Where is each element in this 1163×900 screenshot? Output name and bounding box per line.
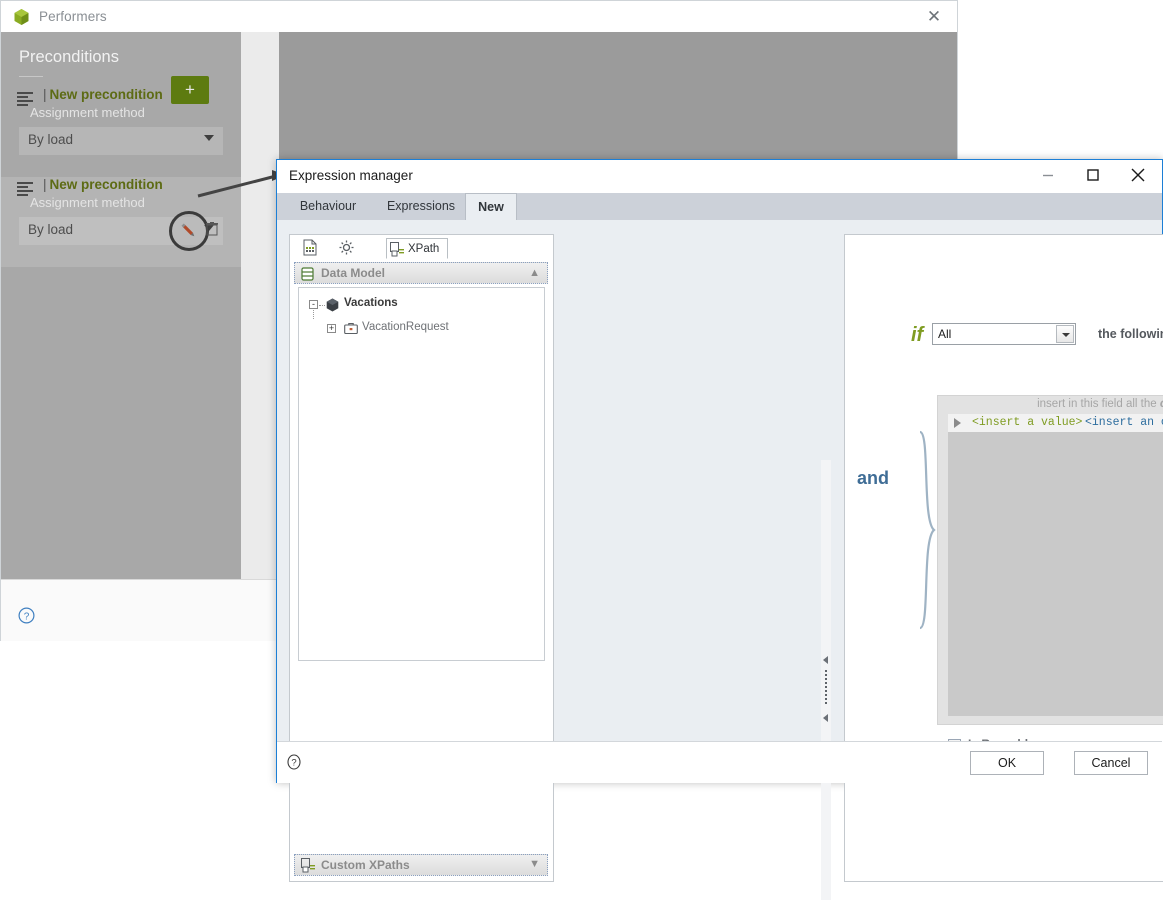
precondition-name-label-1: New precondition [49,87,163,102]
tab-behaviour[interactable]: Behaviour [289,193,367,220]
precondition-name-2: | New precondition [43,177,163,192]
left-panel-toolbar: XPath [290,235,553,263]
background-close-icon[interactable]: ✕ [923,7,945,27]
maximize-icon[interactable] [1070,160,1115,190]
list-rows-icon [17,182,33,196]
expand-triangle-icon[interactable] [954,418,961,428]
precondition-item-1[interactable]: | New precondition Assignment method By l… [1,87,241,177]
svg-text:?: ? [291,758,296,769]
database-icon [301,267,314,286]
title-underline [19,76,43,77]
package-icon [326,298,339,315]
assignment-method-label-2: Assignment method [30,195,145,210]
hint-prefix: insert in this field all the [1037,398,1157,410]
splitter-grip[interactable] [825,670,827,706]
collapse-left-arrow-icon[interactable] [823,714,828,722]
background-footer: ? [1,579,279,641]
data-model-panel: XPath Data Model ▲ - Vacations + Vacatio… [289,234,554,882]
cube-logo-icon [14,8,29,25]
precondition-caret: | [43,177,47,192]
tab-new[interactable]: New [465,193,517,220]
if-match-value: All [938,327,952,341]
condition-row[interactable]: <insert a value> <insert an operator> <i… [948,414,1163,432]
dialog-titlebar: Expression manager [277,160,1162,193]
background-window-title: Performers [39,9,107,24]
briefcase-icon [344,322,358,338]
panel-splitter[interactable] [821,460,831,900]
background-titlebar: Performers ✕ [1,1,957,32]
chevron-down-icon[interactable]: ▼ [529,858,540,870]
precondition-name-label-2: New precondition [49,177,163,192]
group-brace [917,430,939,635]
collapse-left-arrow-icon[interactable] [823,656,828,664]
help-icon[interactable]: ? [286,754,302,770]
tree-node-label: Vacations [344,297,398,309]
trash-icon[interactable] [206,222,218,236]
svg-text:?: ? [24,611,30,622]
xpath-icon [301,858,316,878]
preconditions-title: Preconditions [19,48,119,66]
minimize-icon[interactable] [1025,160,1070,190]
if-condition-row: if All the following conditions [845,323,1163,351]
dialog-footer: ? OK Cancel [277,741,1162,783]
tree-node-vacations[interactable]: - Vacations [299,296,544,314]
conditions-list: <insert a value> <insert an operator> <i… [948,414,1163,716]
data-model-header[interactable]: Data Model ▲ [294,262,548,284]
data-model-label: Data Model [321,266,386,280]
data-model-tree: - Vacations + VacationRequest [298,287,545,661]
gear-icon[interactable] [334,239,358,261]
list-rows-icon [17,92,33,106]
tree-expander-expand-icon[interactable]: + [327,324,336,333]
expression-editor-panel: if All the following conditions and inse… [844,234,1163,882]
custom-xpaths-label: Custom XPaths [321,858,410,872]
xpath-tab-label: XPath [408,243,440,255]
if-match-select[interactable]: All [932,323,1076,345]
expression-manager-dialog: Expression manager Behaviour Expressions… [276,159,1163,900]
tree-node-label: VacationRequest [362,321,449,333]
cancel-button[interactable]: Cancel [1074,751,1148,775]
tree-expander-collapse-icon[interactable]: - [309,300,318,309]
pencil-edit-icon[interactable] [169,211,209,251]
dialog-content: XPath Data Model ▲ - Vacations + Vacatio… [277,220,1163,900]
panel-scroll-column [241,32,279,579]
conditions-area: insert in this field all the conditions … [937,395,1163,725]
close-icon[interactable] [1115,160,1160,190]
chevron-down-icon[interactable] [1056,325,1074,343]
conditions-hint: insert in this field all the conditions … [938,398,1163,410]
group-operator-label: and [857,468,890,488]
assignment-method-label-1: Assignment method [30,105,145,120]
chevron-up-icon[interactable]: ▲ [529,267,540,279]
tree-node-vacationrequest[interactable]: + VacationRequest [299,320,544,338]
dialog-tabstrip: Behaviour Expressions New [277,193,1162,220]
preconditions-panel: Preconditions + | New precondition Assign… [1,32,241,579]
chevron-down-icon [204,135,214,141]
condition-operator[interactable]: <insert an operator> [1085,416,1163,429]
precondition-name-1: | New precondition [43,87,163,102]
assignment-method-value-2: By load [28,222,74,237]
condition-value-left[interactable]: <insert a value> [972,416,1082,429]
xpath-icon [390,242,405,264]
assignment-method-select-1[interactable]: By load [19,127,223,155]
data-grid-icon[interactable] [298,239,322,261]
if-label: if [911,324,924,346]
ok-button[interactable]: OK [970,751,1044,775]
tab-expressions[interactable]: Expressions [373,193,469,220]
xpath-tab[interactable]: XPath [386,238,448,259]
custom-xpaths-header[interactable]: Custom XPaths ▼ [294,854,548,876]
assignment-method-value-1: By load [28,132,74,147]
dialog-title: Expression manager [289,168,413,183]
if-suffix-label: the following conditions [1098,327,1163,341]
precondition-caret: | [43,87,47,102]
help-icon[interactable]: ? [18,607,35,624]
